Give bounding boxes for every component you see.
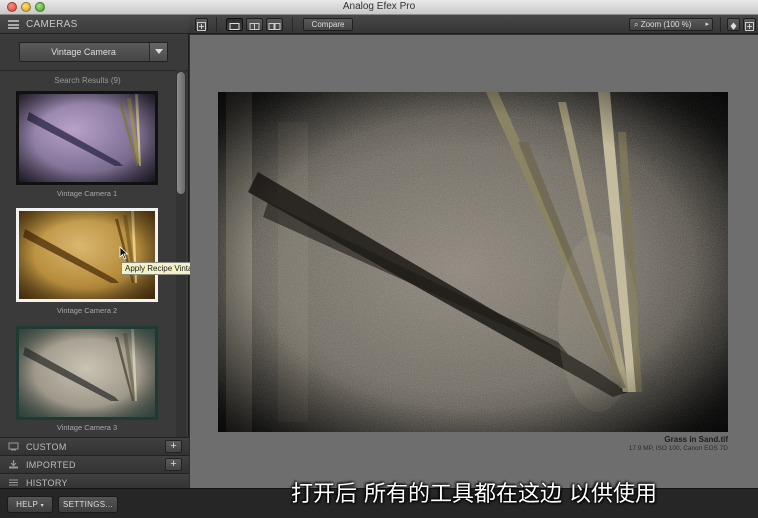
- toolbar-divider: [292, 17, 293, 32]
- side-by-side-view-button[interactable]: [266, 18, 283, 31]
- toolbar-divider: [720, 17, 721, 32]
- grass-photo-thumbnail: [19, 329, 155, 417]
- search-results-label: Search Results (9): [54, 76, 121, 85]
- preset-category-value: Vintage Camera: [51, 47, 116, 57]
- toolbar-divider: [216, 17, 217, 32]
- window-title: Analog Efex Pro: [342, 1, 416, 12]
- single-view-button[interactable]: [226, 18, 243, 31]
- section-custom[interactable]: CUSTOM +: [0, 437, 189, 455]
- preset-thumbnail-image[interactable]: [16, 326, 158, 420]
- zoom-icon: ⌕: [634, 20, 639, 29]
- chevron-right-icon: ▸: [705, 21, 709, 28]
- split-view-button[interactable]: [246, 18, 263, 31]
- panel-toggle-icon: [197, 22, 206, 31]
- section-label: HISTORY: [26, 478, 68, 488]
- preview-canvas[interactable]: Grass in Sand.tif 17.9 MP, ISO 100, Cano…: [190, 35, 758, 488]
- side-by-side-icon: [268, 23, 281, 30]
- compare-button[interactable]: Compare: [303, 18, 353, 31]
- toggle-right-panel-button[interactable]: [743, 18, 756, 31]
- grass-in-sand-photo: [218, 92, 728, 432]
- zoom-label: Zoom (100 %): [640, 20, 692, 29]
- import-icon: [9, 460, 18, 469]
- preset-category-select[interactable]: Vintage Camera: [19, 42, 168, 62]
- custom-preset-icon: [8, 442, 19, 451]
- panel-toggle-icon: [745, 22, 754, 31]
- panel-title: CAMERAS: [26, 19, 78, 30]
- app-window: Analog Efex Pro CAMERAS Vintage Camera S…: [0, 0, 758, 518]
- mouse-pointer-icon: [119, 246, 129, 260]
- section-history[interactable]: HISTORY: [0, 473, 189, 489]
- zoom-select[interactable]: ⌕ Zoom (100 %) ▸: [629, 18, 713, 31]
- photo-metadata: 17.9 MP, ISO 100, Canon EOS 7D: [628, 445, 728, 452]
- dropdown-arrow-button[interactable]: [149, 43, 167, 61]
- help-label: HELP: [16, 500, 39, 509]
- preset-thumbnail-caption: Vintage Camera 2: [56, 306, 118, 315]
- preset-thumbnail-image[interactable]: [16, 91, 158, 185]
- preset-thumbnail-caption: Vintage Camera 1: [56, 189, 118, 198]
- main-toolbar: Compare ⌕ Zoom (100 %) ▸: [189, 15, 758, 34]
- preset-thumbnail-caption: Vintage Camera 3: [56, 423, 118, 432]
- loupe-icon: [730, 22, 737, 30]
- cameras-panel-header[interactable]: CAMERAS: [0, 15, 189, 34]
- preset-thumbnail-image-selected[interactable]: [16, 208, 158, 302]
- grass-photo-thumbnail: [19, 94, 155, 182]
- history-icon: [9, 479, 18, 486]
- grass-photo-thumbnail: [19, 211, 155, 299]
- single-view-icon: [229, 23, 240, 30]
- split-view-icon: [249, 23, 260, 30]
- preview-photo[interactable]: [218, 92, 728, 432]
- video-subtitle: 打开后 所有的工具都在这边 以供使用: [291, 482, 657, 507]
- settings-button[interactable]: SETTINGS...: [58, 496, 118, 513]
- photo-filename: Grass in Sand.tif: [664, 435, 728, 444]
- section-label: IMPORTED: [26, 460, 76, 470]
- add-imported-preset-button[interactable]: +: [165, 458, 182, 471]
- loupe-button[interactable]: [727, 18, 740, 31]
- add-custom-preset-button[interactable]: +: [165, 440, 182, 453]
- cameras-panel: CAMERAS Vintage Camera Search Results (9…: [0, 15, 243, 489]
- title-bar: Analog Efex Pro: [0, 0, 758, 15]
- section-imported[interactable]: IMPORTED +: [0, 455, 189, 473]
- menu-icon: [8, 20, 19, 29]
- chevron-down-icon: ▾: [40, 503, 44, 509]
- divider: [0, 70, 189, 71]
- chevron-down-icon: [155, 49, 163, 54]
- thumbnail-scrollbar-thumb[interactable]: [177, 72, 185, 194]
- help-menu-button[interactable]: HELP ▾: [7, 496, 53, 513]
- section-label: CUSTOM: [26, 442, 67, 452]
- toggle-panel-button[interactable]: [195, 18, 208, 31]
